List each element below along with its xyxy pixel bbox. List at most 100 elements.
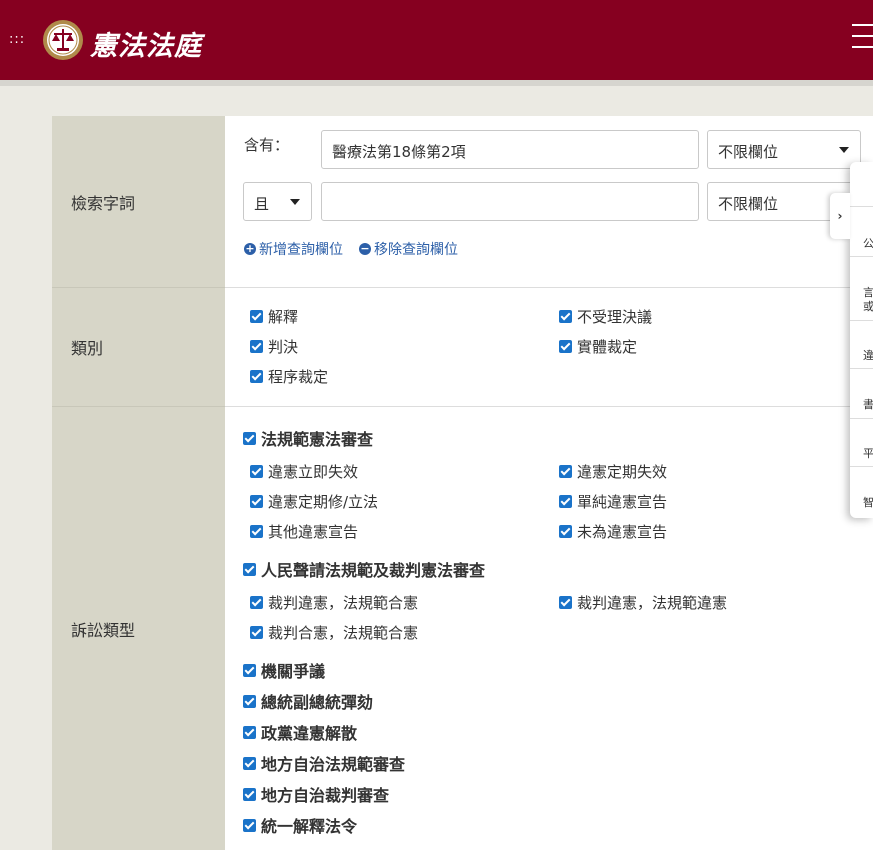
checkbox-checked-icon[interactable] (250, 495, 263, 508)
category-checkbox[interactable]: 實體裁定 (559, 336, 637, 357)
checkbox-label: 政黨違憲解散 (261, 724, 358, 743)
case-type-checkbox[interactable]: 裁判違憲，法規範違憲 (559, 592, 727, 613)
divider (850, 368, 873, 369)
checkbox-checked-icon[interactable] (250, 310, 263, 323)
side-panel-item[interactable]: 智 (863, 494, 873, 510)
checkbox-label: 實體裁定 (577, 338, 638, 356)
case-type-checkbox[interactable]: 違憲定期修/立法 (250, 491, 378, 512)
hamburger-menu-icon[interactable] (852, 24, 873, 52)
case-type-checkbox[interactable]: 裁判合憲，法規範合憲 (250, 622, 418, 643)
checkbox-label: 解釋 (268, 308, 299, 326)
divider (850, 206, 873, 207)
case-type-group-checkbox[interactable]: 總統副總統彈劾 (243, 689, 373, 713)
case-type-group-checkbox[interactable]: 地方自治法規範審查 (243, 751, 405, 775)
checkbox-checked-icon[interactable] (243, 756, 256, 770)
case-type-label: 訴訟類型 (52, 407, 225, 850)
checkbox-checked-icon[interactable] (559, 465, 572, 478)
court-seal-logo[interactable] (42, 19, 84, 61)
field-select-2-value: 不限欄位 (718, 195, 779, 213)
case-type-checkbox[interactable]: 違憲定期失效 (559, 461, 667, 482)
checkbox-checked-icon[interactable] (243, 562, 256, 576)
category-checkbox[interactable]: 解釋 (250, 306, 298, 327)
side-panel-item[interactable]: 平 (863, 445, 873, 461)
checkbox-label: 地方自治法規範審查 (261, 755, 406, 774)
checkbox-checked-icon[interactable] (243, 818, 256, 832)
checkbox-label: 人民聲請法規範及裁判憲法審查 (261, 561, 486, 580)
case-type-checkbox[interactable]: 裁判違憲，法規範合憲 (250, 592, 418, 613)
case-type-content: 法規範憲法審查 違憲立即失效 違憲定期失效 違憲定期修/立法 單純違憲宣告 其他… (225, 407, 873, 850)
header-separator (0, 80, 873, 86)
operator-select[interactable]: 且 (243, 182, 312, 221)
checkbox-checked-icon[interactable] (559, 310, 572, 323)
checkbox-label: 未為違憲宣告 (577, 523, 668, 541)
case-type-row: 訴訟類型 法規範憲法審查 違憲立即失效 違憲定期失效 違憲定期修/立法 單純違憲… (52, 407, 873, 850)
chevron-down-icon (290, 199, 300, 205)
divider (850, 256, 873, 257)
search-terms-label: 檢索字詞 (52, 116, 225, 288)
checkbox-label: 機關爭議 (261, 662, 326, 681)
side-panel-item[interactable]: 違 (863, 347, 873, 363)
checkbox-label: 違憲立即失效 (268, 463, 359, 481)
side-panel-item[interactable]: 書 (863, 396, 873, 412)
app-menu-dots[interactable]: ::: (9, 33, 25, 46)
case-type-group-checkbox[interactable]: 人民聲請法規範及裁判憲法審查 (243, 557, 485, 581)
field-select-1[interactable]: 不限欄位 (707, 130, 861, 169)
checkbox-checked-icon[interactable] (243, 694, 256, 708)
side-panel-item[interactable]: 公 (863, 235, 873, 251)
side-panel[interactable]: 公 言 或 違 書 平 智 (850, 162, 873, 518)
checkbox-label: 不受理決議 (577, 308, 653, 326)
checkbox-checked-icon[interactable] (250, 525, 263, 538)
checkbox-label: 判決 (268, 338, 299, 356)
checkbox-checked-icon[interactable] (243, 787, 256, 801)
checkbox-checked-icon[interactable] (250, 370, 263, 383)
checkbox-label: 違憲定期修/立法 (268, 493, 379, 511)
top-bar: ::: 憲法法庭 (0, 0, 873, 80)
checkbox-checked-icon[interactable] (250, 465, 263, 478)
checkbox-checked-icon[interactable] (250, 626, 263, 639)
checkbox-checked-icon[interactable] (243, 431, 256, 445)
search-terms-content: 含有： 醫療法第18條第2項 不限欄位 且 不限欄位 + 新增查詢欄位 − 移除… (225, 116, 873, 288)
category-checkbox[interactable]: 判決 (250, 336, 298, 357)
case-type-checkbox[interactable]: 未為違憲宣告 (559, 521, 667, 542)
checkbox-checked-icon[interactable] (559, 596, 572, 609)
checkbox-checked-icon[interactable] (559, 340, 572, 353)
divider (850, 466, 873, 467)
search-term-input-2[interactable] (321, 182, 699, 221)
checkbox-checked-icon[interactable] (250, 596, 263, 609)
checkbox-checked-icon[interactable] (559, 525, 572, 538)
checkbox-label: 其他違憲宣告 (268, 523, 359, 541)
operator-select-value: 且 (254, 195, 270, 213)
category-checkbox[interactable]: 程序裁定 (250, 366, 328, 387)
checkbox-label: 裁判合憲，法規範合憲 (268, 624, 419, 642)
divider (850, 320, 873, 321)
case-type-group-checkbox[interactable]: 機關爭議 (243, 658, 325, 682)
field-select-1-value: 不限欄位 (718, 143, 779, 161)
category-row: 類別 解釋 不受理決議 判決 實體裁定 程序裁定 (52, 288, 873, 407)
chevron-right-icon[interactable]: › (830, 193, 850, 239)
checkbox-label: 違憲定期失效 (577, 463, 668, 481)
checkbox-checked-icon[interactable] (243, 663, 256, 677)
plus-circle-icon: + (244, 242, 256, 255)
remove-field-label: 移除查詢欄位 (374, 242, 458, 258)
case-type-checkbox[interactable]: 單純違憲宣告 (559, 491, 667, 512)
checkbox-label: 地方自治裁判審查 (261, 786, 390, 805)
category-content: 解釋 不受理決議 判決 實體裁定 程序裁定 (225, 288, 873, 407)
chevron-down-icon (839, 147, 849, 153)
checkbox-label: 單純違憲宣告 (577, 493, 668, 511)
site-title[interactable]: 憲法法庭 (90, 24, 202, 63)
case-type-checkbox[interactable]: 其他違憲宣告 (250, 521, 358, 542)
remove-field-button[interactable]: − 移除查詢欄位 (359, 239, 458, 259)
search-term-input-1[interactable]: 醫療法第18條第2項 (321, 130, 699, 169)
case-type-group-checkbox[interactable]: 統一解釋法令 (243, 813, 357, 837)
case-type-group-checkbox[interactable]: 法規範憲法審查 (243, 426, 373, 450)
case-type-checkbox[interactable]: 違憲立即失效 (250, 461, 358, 482)
add-field-button[interactable]: + 新增查詢欄位 (244, 239, 343, 259)
checkbox-label: 裁判違憲，法規範違憲 (577, 594, 728, 612)
case-type-group-checkbox[interactable]: 政黨違憲解散 (243, 720, 357, 744)
checkbox-checked-icon[interactable] (559, 495, 572, 508)
checkbox-checked-icon[interactable] (243, 725, 256, 739)
case-type-group-checkbox[interactable]: 地方自治裁判審查 (243, 782, 389, 806)
category-checkbox[interactable]: 不受理決議 (559, 306, 652, 327)
contains-label: 含有： (244, 136, 290, 154)
checkbox-checked-icon[interactable] (250, 340, 263, 353)
